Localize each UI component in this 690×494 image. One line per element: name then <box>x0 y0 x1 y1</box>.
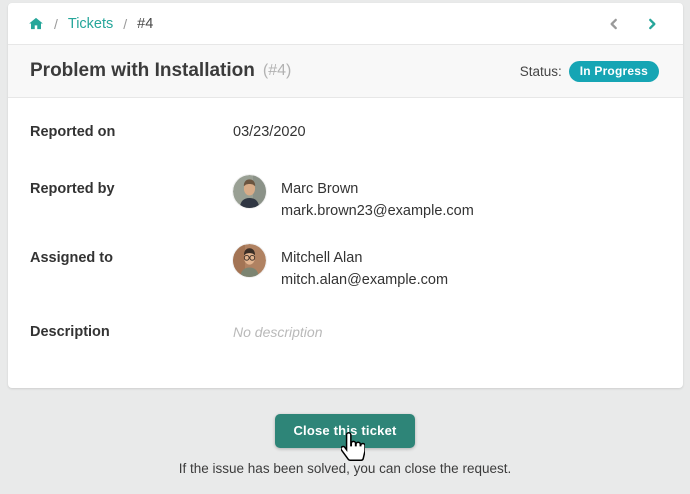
home-icon[interactable] <box>28 16 44 31</box>
reported-on-label: Reported on <box>30 122 233 142</box>
chevron-right-icon[interactable] <box>645 16 659 32</box>
status-wrap: Status: In Progress <box>520 61 661 82</box>
page-title: Problem with Installation <box>30 60 255 82</box>
ticket-header: Problem with Installation (#4) Status: I… <box>8 45 683 98</box>
ticket-details: Reported on 03/23/2020 Reported by Marc … <box>8 98 683 342</box>
reported-by-label: Reported by <box>30 179 233 199</box>
reported-by-row: Reported by Marc Brown mark.brown23@exam… <box>30 179 661 222</box>
status-label: Status: <box>520 64 562 79</box>
assignee-email: mitch.alan@example.com <box>281 269 448 291</box>
status-badge: In Progress <box>569 61 659 82</box>
assignee-info: Mitchell Alan mitch.alan@example.com <box>281 248 448 291</box>
chevron-left-icon[interactable] <box>607 16 621 32</box>
breadcrumb-current-ticket: #4 <box>137 16 153 32</box>
breadcrumb: / Tickets / #4 <box>8 3 683 45</box>
reporter-info: Marc Brown mark.brown23@example.com <box>281 179 474 222</box>
assignee-person: Mitchell Alan mitch.alan@example.com <box>233 248 448 291</box>
breadcrumb-tickets-link[interactable]: Tickets <box>68 16 113 32</box>
breadcrumb-separator: / <box>123 16 127 32</box>
ticket-number: (#4) <box>263 62 291 80</box>
ticket-card: / Tickets / #4 Problem with Installation… <box>8 3 683 388</box>
reported-on-row: Reported on 03/23/2020 <box>30 122 661 142</box>
breadcrumb-separator: / <box>54 16 58 32</box>
card-footer-area: Close this ticket If the issue has been … <box>0 388 690 476</box>
reporter-email: mark.brown23@example.com <box>281 200 474 222</box>
reporter-avatar <box>233 175 266 208</box>
ticket-nav-arrows <box>607 16 663 32</box>
assigned-to-row: Assigned to Mitchell Alan <box>30 248 661 291</box>
assigned-to-label: Assigned to <box>30 248 233 268</box>
description-value: No description <box>233 322 323 342</box>
assignee-avatar <box>233 244 266 277</box>
description-row: Description No description <box>30 322 661 342</box>
reported-on-value: 03/23/2020 <box>233 122 306 142</box>
description-label: Description <box>30 322 233 342</box>
close-button-wrap: Close this ticket <box>275 414 414 448</box>
reporter-name: Marc Brown <box>281 179 474 200</box>
assignee-name: Mitchell Alan <box>281 248 448 269</box>
reporter-person: Marc Brown mark.brown23@example.com <box>233 179 474 222</box>
close-ticket-button[interactable]: Close this ticket <box>275 414 414 448</box>
close-ticket-hint: If the issue has been solved, you can cl… <box>0 461 690 476</box>
